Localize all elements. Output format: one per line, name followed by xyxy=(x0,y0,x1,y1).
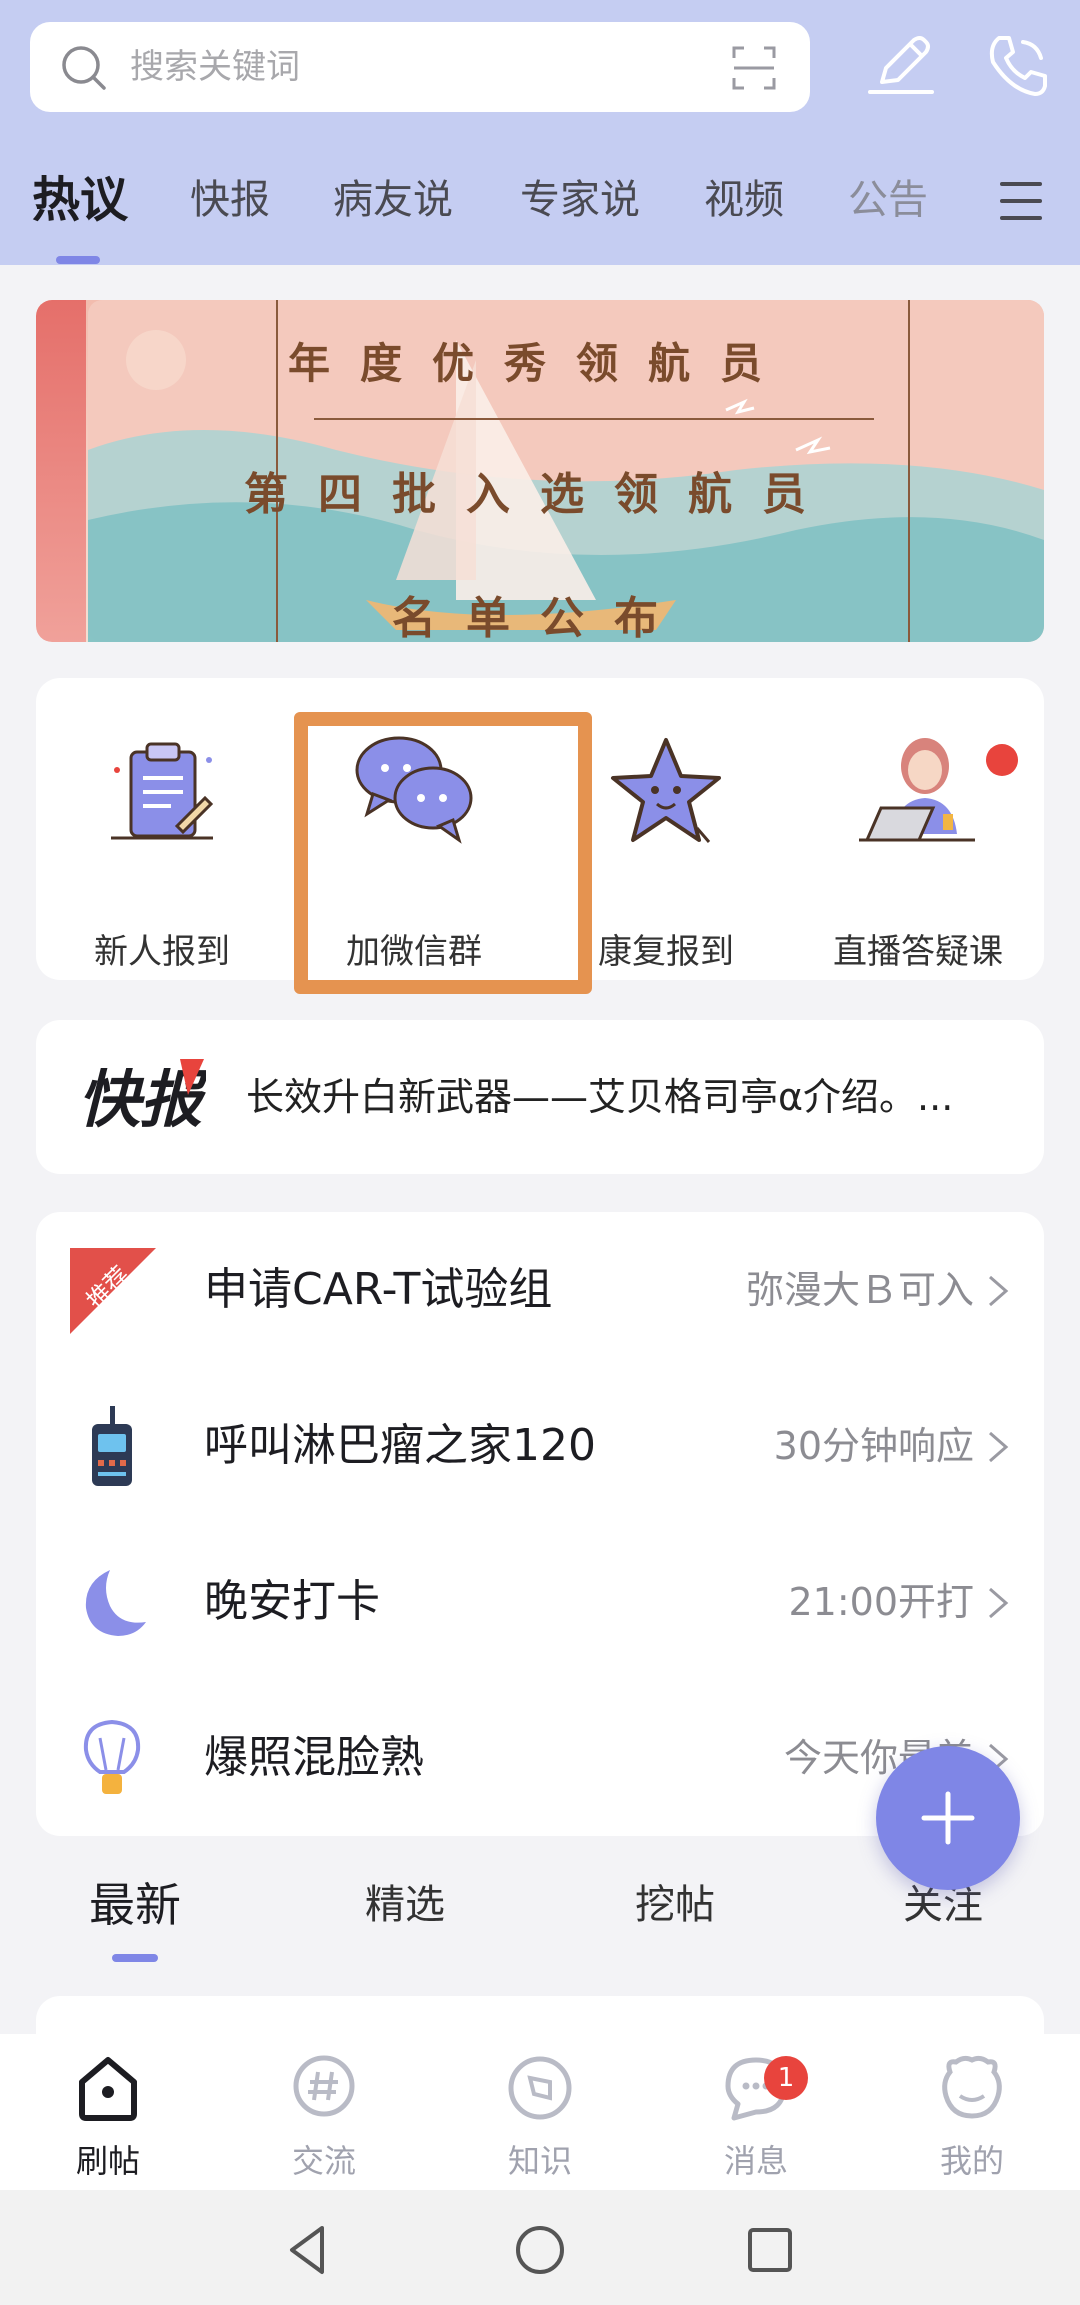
home-icon xyxy=(79,2057,137,2121)
news-flash-logo: 快报 xyxy=(78,1059,206,1136)
promo-banner[interactable]: 年度优秀领航员 第四批入选领航员 名单公布 xyxy=(36,300,1044,642)
moon-icon xyxy=(85,1570,146,1636)
list-item-lymphoma-120[interactable]: 呼叫淋巴瘤之家120 30分钟响应 xyxy=(36,1368,1044,1524)
create-post-button[interactable] xyxy=(876,1746,1020,1890)
list-item-car-t[interactable]: 推荐 申请CAR-T试验组 弥漫大Ｂ可入 xyxy=(36,1212,1044,1368)
top-tab-bar: 热议 快报 病友说 专家说 视频 公告 xyxy=(0,160,1080,240)
bottom-nav-bar: 刷帖 交流 知识 消息 我的 xyxy=(0,2034,1080,2190)
list-item-note: 21:00开打 xyxy=(788,1580,974,1624)
tab-news-flash[interactable]: 快报 xyxy=(190,160,270,240)
message-count-badge: 1 xyxy=(764,2056,808,2100)
nav-item-messages[interactable]: 消息 xyxy=(648,2034,864,2190)
tab-featured[interactable]: 精选 xyxy=(330,1860,480,1950)
nav-item-profile[interactable]: 我的 xyxy=(864,2034,1080,2190)
banner-title-line-1: 年度优秀领航员 xyxy=(287,339,792,388)
tab-announcement[interactable]: 公告 xyxy=(848,160,928,240)
tab-latest[interactable]: 最新 xyxy=(60,1860,210,1950)
tab-experts-say[interactable]: 专家说 xyxy=(520,160,640,240)
highlight-outline xyxy=(294,712,592,994)
search-bar[interactable]: 搜索关键词 xyxy=(30,22,810,112)
nav-label: 我的 xyxy=(939,2142,1004,2180)
nav-label: 交流 xyxy=(291,2142,356,2180)
chevron-right-icon xyxy=(989,1587,1009,1619)
feed-tab-indicator xyxy=(112,1954,158,1962)
tab-patients-say[interactable]: 病友说 xyxy=(333,160,453,240)
tab-video[interactable]: 视频 xyxy=(704,160,784,240)
star-icon xyxy=(611,738,721,843)
search-placeholder: 搜索关键词 xyxy=(130,47,300,87)
list-item-title: 申请CAR-T试验组 xyxy=(204,1264,553,1315)
feature-list-card: 推荐 申请CAR-T试验组 弥漫大Ｂ可入 呼叫淋巴瘤之家120 30分钟响应 晚… xyxy=(36,1212,1044,1836)
compose-pen-icon[interactable] xyxy=(864,32,936,100)
light-bulb-icon xyxy=(83,1719,141,1794)
list-item-title: 晚安打卡 xyxy=(204,1576,380,1627)
quick-entry-label: 新人报到 xyxy=(94,932,230,972)
clipboard-icon xyxy=(111,742,214,840)
system-nav-bar xyxy=(0,2190,1080,2305)
news-headline: 长效升白新武器——艾贝格司亭α介绍。... xyxy=(246,1075,954,1119)
phone-icon[interactable] xyxy=(985,32,1049,100)
banner-title-line-3: 名单公布 xyxy=(392,593,688,642)
list-item-good-night[interactable]: 晚安打卡 21:00开打 xyxy=(36,1524,1044,1680)
tab-active-indicator xyxy=(56,256,100,264)
top-header: 搜索关键词 热议 快报 病友说 专家说 视频 公告 xyxy=(0,0,1080,265)
nav-item-knowledge[interactable]: 知识 xyxy=(432,2034,648,2190)
search-icon xyxy=(62,46,106,90)
nav-label: 消息 xyxy=(723,2142,788,2180)
banner-title-line-2: 第四批入选领航员 xyxy=(244,469,836,520)
hashtag-chat-icon xyxy=(293,2055,355,2117)
nav-label: 知识 xyxy=(507,2142,572,2180)
chevron-right-icon xyxy=(989,1431,1009,1463)
scan-icon[interactable] xyxy=(730,44,778,92)
list-item-title: 呼叫淋巴瘤之家120 xyxy=(204,1420,596,1471)
recommend-badge: 推荐 xyxy=(70,1248,156,1334)
menu-icon[interactable] xyxy=(998,178,1044,224)
quick-entry-label: 直播答疑课 xyxy=(833,932,1003,972)
compass-icon xyxy=(508,2056,572,2120)
quick-entry-newcomer[interactable]: 新人报到 xyxy=(36,730,288,972)
profile-face-icon xyxy=(942,2055,1002,2119)
nav-item-exchange[interactable]: 交流 xyxy=(216,2034,432,2190)
home-circle-icon[interactable] xyxy=(512,2222,568,2278)
back-icon[interactable] xyxy=(282,2222,338,2278)
tab-dig-posts[interactable]: 挖帖 xyxy=(600,1860,750,1950)
recent-apps-icon[interactable] xyxy=(742,2222,798,2278)
banner-divider xyxy=(314,418,874,420)
nav-item-feed[interactable]: 刷帖 xyxy=(0,2034,216,2190)
walkie-talkie-icon xyxy=(92,1406,132,1486)
news-flash-card[interactable]: 快报 长效升白新武器——艾贝格司亭α介绍。... xyxy=(36,1020,1044,1174)
new-dot-badge xyxy=(986,744,1018,776)
list-item-note: 弥漫大Ｂ可入 xyxy=(745,1268,974,1312)
plus-icon xyxy=(921,1791,975,1845)
chevron-right-icon xyxy=(989,1275,1009,1307)
list-item-title: 爆照混脸熟 xyxy=(204,1732,424,1783)
tab-hot-discussion[interactable]: 热议 xyxy=(32,160,128,240)
list-item-note: 30分钟响应 xyxy=(773,1424,974,1468)
live-lecturer-icon xyxy=(859,738,975,842)
nav-label: 刷帖 xyxy=(75,2142,140,2180)
